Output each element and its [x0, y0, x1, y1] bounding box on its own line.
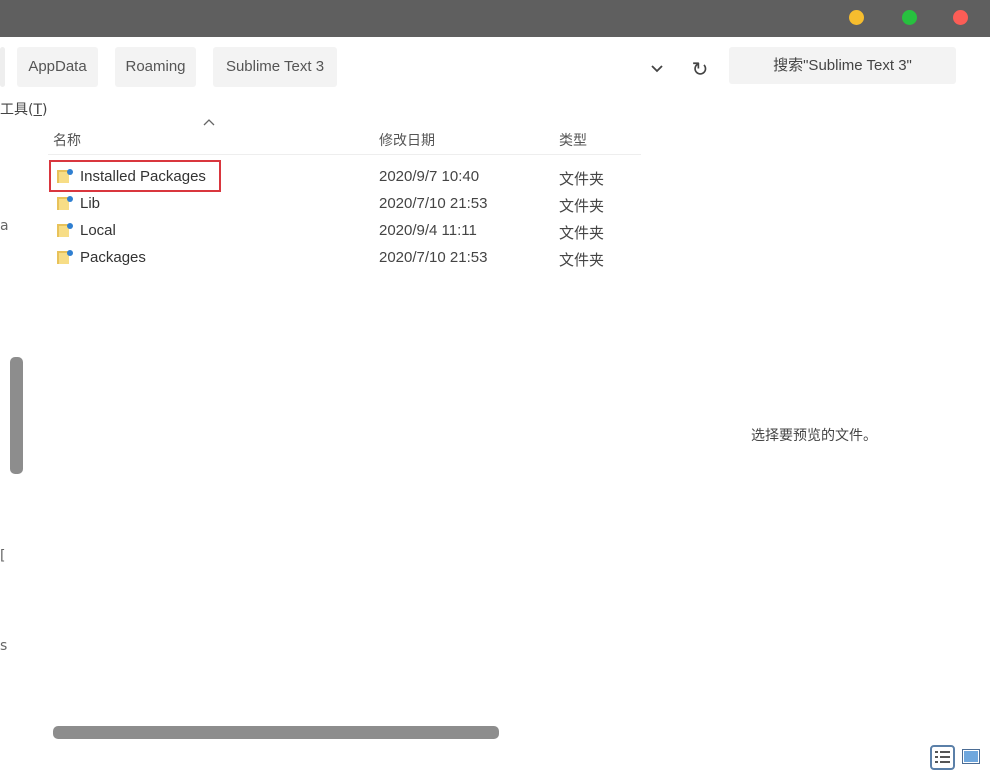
menu-tools-close: ) [42, 102, 48, 118]
horizontal-scrollbar[interactable] [53, 726, 499, 739]
menu-tools-accesskey: T [33, 102, 43, 118]
minimize-button[interactable] [849, 10, 864, 25]
file-row-local[interactable]: Local 2020/9/4 11:11 文件夹 [48, 218, 641, 245]
menu-tools-label: 工具( [0, 102, 34, 118]
breadcrumb-item-sublime-text-3[interactable]: Sublime Text 3 [213, 47, 337, 87]
nav-pane-scrollbar[interactable] [10, 357, 23, 474]
folder-icon [57, 223, 73, 237]
file-date: 2020/9/7 10:40 [379, 168, 480, 185]
details-view-icon [935, 751, 950, 763]
file-date: 2020/9/4 11:11 [379, 222, 477, 239]
file-row-packages[interactable]: Packages 2020/7/10 21:53 文件夹 [48, 245, 641, 272]
column-header-type[interactable]: 类型 [559, 130, 587, 150]
folder-icon [57, 250, 73, 264]
sort-ascending-icon [203, 119, 215, 126]
title-bar [0, 0, 990, 37]
file-name: Installed Packages [80, 168, 206, 185]
column-header-name[interactable]: 名称 [53, 130, 81, 150]
maximize-button[interactable] [902, 10, 917, 25]
file-type: 文件夹 [559, 170, 605, 188]
folder-icon [57, 196, 73, 210]
recent-locations-button[interactable] [646, 58, 668, 80]
file-type: 文件夹 [559, 197, 605, 215]
details-view-button[interactable] [930, 745, 955, 770]
file-name: Lib [80, 195, 101, 212]
breadcrumb-item-appdata[interactable]: AppData [17, 47, 98, 87]
header-divider [48, 154, 641, 155]
file-type: 文件夹 [559, 251, 605, 269]
file-row-lib[interactable]: Lib 2020/7/10 21:53 文件夹 [48, 191, 641, 218]
nav-pane-fragment: [ [0, 548, 6, 564]
nav-pane-fragment: a [0, 218, 9, 234]
file-type: 文件夹 [559, 224, 605, 242]
breadcrumb-overflow[interactable] [0, 47, 5, 87]
preview-message: 选择要预览的文件。 [751, 428, 877, 444]
file-date: 2020/7/10 21:53 [379, 249, 488, 266]
file-date: 2020/7/10 21:53 [379, 195, 488, 212]
file-name: Local [80, 222, 116, 239]
large-icons-view-button[interactable] [962, 749, 980, 764]
menu-tools[interactable]: 工具(T) [0, 99, 48, 119]
file-row-installed-packages[interactable]: Installed Packages 2020/9/7 10:40 文件夹 [48, 160, 641, 192]
close-button[interactable] [953, 10, 968, 25]
refresh-button[interactable]: ↻ [688, 57, 712, 81]
folder-icon [57, 169, 73, 183]
breadcrumb-item-roaming[interactable]: Roaming [115, 47, 196, 87]
refresh-icon: ↻ [691, 57, 709, 81]
chevron-down-icon [651, 65, 663, 73]
nav-pane-fragment: s [0, 638, 8, 654]
search-input[interactable]: 搜索"Sublime Text 3" [729, 47, 956, 84]
column-header-date[interactable]: 修改日期 [379, 130, 435, 150]
file-name: Packages [80, 249, 146, 266]
